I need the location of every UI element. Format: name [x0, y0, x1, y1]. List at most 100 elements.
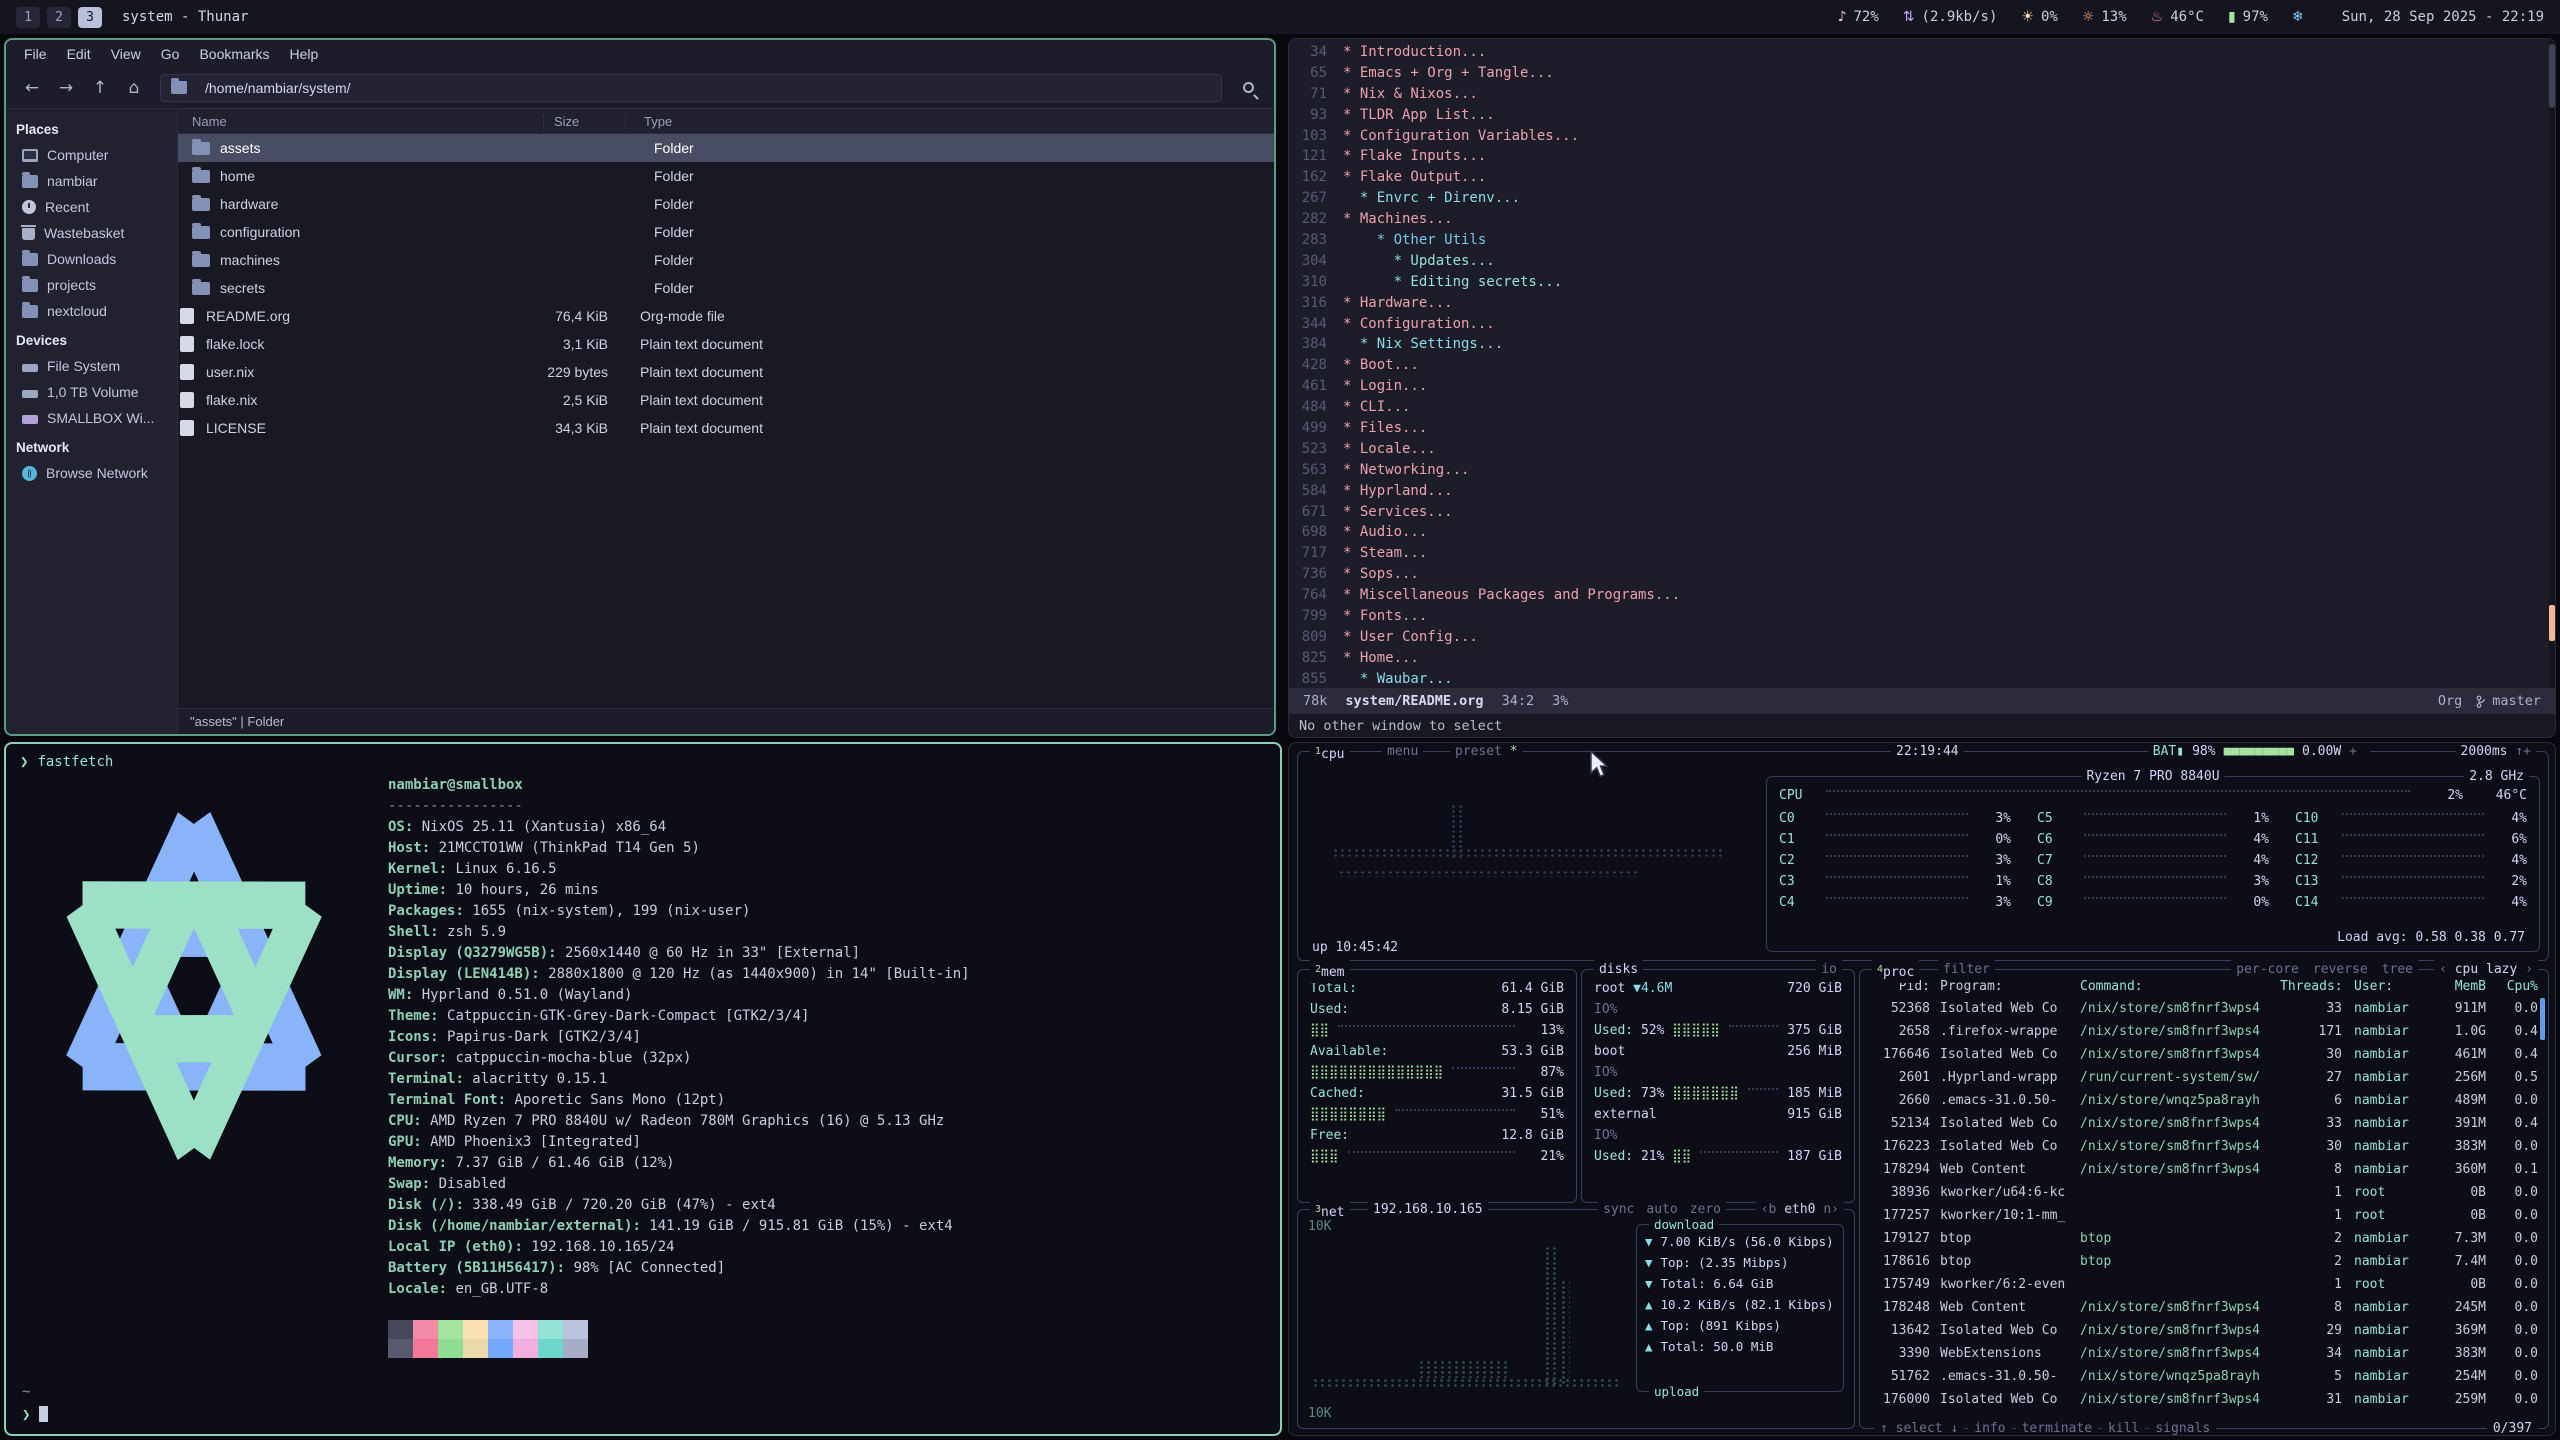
terminal-prompt-area[interactable]: ~ ❯ [22, 1382, 48, 1426]
proc-action-button[interactable]: kill [2102, 1418, 2145, 1436]
org-heading-line[interactable]: 282 * Machines... [1289, 209, 2555, 230]
process-row[interactable]: 52368 Isolated Web Co /nix/store/sm8fnrf… [1860, 997, 2548, 1020]
org-heading-line[interactable]: 736 * Sops... [1289, 564, 2555, 585]
org-heading-line[interactable]: 764 * Miscellaneous Packages and Program… [1289, 585, 2555, 606]
status-module[interactable]: ⇅ (2.9kb/s) [1903, 9, 1998, 25]
back-button[interactable]: ← [16, 74, 48, 102]
sidebar-item[interactable]: Computer [6, 142, 177, 168]
org-heading-line[interactable]: 717 * Steam... [1289, 543, 2555, 564]
process-row[interactable]: 177257 kworker/10:1-mm_ 1 root 0B 0.0 [1860, 1204, 2548, 1227]
proc-scrollbar-thumb[interactable] [2540, 998, 2545, 1040]
process-row[interactable]: 13642 Isolated Web Co /nix/store/sm8fnrf… [1860, 1319, 2548, 1342]
org-heading-line[interactable]: 384 * Nix Settings... [1289, 334, 2555, 355]
org-heading-line[interactable]: 71 * Nix & Nixos... [1289, 84, 2555, 105]
path-bar[interactable]: /home/nambiar/system/ [160, 74, 1222, 102]
file-row[interactable]: configuration Folder [178, 218, 1274, 246]
process-row[interactable]: 52134 Isolated Web Co /nix/store/sm8fnrf… [1860, 1112, 2548, 1135]
status-module[interactable]: ♪ 72% [1838, 9, 1879, 25]
org-heading-line[interactable]: 461 * Login... [1289, 376, 2555, 397]
git-branch[interactable]: master [2492, 693, 2541, 709]
process-row[interactable]: 51762 .emacs-31.0.50- /nix/store/wnqz5pa… [1860, 1365, 2548, 1388]
net-interface-selector[interactable]: ‹b eth0 n› [1756, 1199, 1844, 1220]
proc-action-button[interactable]: info [1968, 1418, 2011, 1436]
column-header-name[interactable]: Name [178, 114, 544, 129]
sidebar-item[interactable]: 1,0 TB Volume [6, 379, 177, 405]
file-row[interactable]: LICENSE 34,3 KiB Plain text document [178, 414, 1274, 442]
org-heading-line[interactable]: 799 * Fonts... [1289, 606, 2555, 627]
menu-item[interactable]: Edit [57, 43, 101, 65]
org-heading-line[interactable]: 267 * Envrc + Direnv... [1289, 188, 2555, 209]
terminal-window[interactable]: ❯ fastfetch [4, 742, 1282, 1436]
menu-item[interactable]: View [101, 43, 151, 65]
workspace-button[interactable]: 1 [16, 7, 40, 28]
org-heading-line[interactable]: 855 * Waubar... [1289, 669, 2555, 688]
org-heading-line[interactable]: 809 * User Config... [1289, 627, 2555, 648]
major-mode[interactable]: Org [2438, 693, 2462, 709]
proc-action-button[interactable]: ↑ select ↓ [1874, 1418, 1964, 1436]
proc-action-button[interactable]: terminate [2016, 1418, 2098, 1436]
org-heading-line[interactable]: 825 * Home... [1289, 648, 2555, 669]
menu-button[interactable]: menu [1382, 742, 1423, 762]
status-module[interactable]: ▮ 97% [2228, 9, 2268, 25]
preset-button[interactable]: preset * [1450, 742, 1523, 762]
sidebar-item[interactable]: nambiar [6, 168, 177, 194]
workspace-button[interactable]: 3 [78, 7, 102, 28]
up-button[interactable]: ↑ [84, 74, 116, 102]
status-module[interactable]: ☀ 0% [2021, 9, 2057, 25]
proc-sort-selector[interactable]: ‹ cpu lazy › [2434, 959, 2538, 980]
home-button[interactable]: ⌂ [118, 74, 150, 102]
file-row[interactable]: assets Folder [178, 134, 1274, 162]
file-row[interactable]: flake.lock 3,1 KiB Plain text document [178, 330, 1274, 358]
org-heading-line[interactable]: 428 * Boot... [1289, 355, 2555, 376]
process-row[interactable]: 175749 kworker/6:2-even 1 root 0B 0.0 [1860, 1273, 2548, 1296]
buffer-name[interactable]: system/README.org [1345, 693, 1483, 709]
status-module[interactable]: ♨ 46°C [2151, 9, 2204, 25]
org-heading-line[interactable]: 103 * Configuration Variables... [1289, 126, 2555, 147]
process-row[interactable]: 2658 .firefox-wrappe /nix/store/sm8fnrf3… [1860, 1020, 2548, 1043]
file-row[interactable]: user.nix 229 bytes Plain text document [178, 358, 1274, 386]
org-heading-line[interactable]: 310 * Editing secrets... [1289, 272, 2555, 293]
sidebar-item[interactable]: projects [6, 272, 177, 298]
process-row[interactable]: 3390 WebExtensions /nix/store/sm8fnrf3wp… [1860, 1342, 2548, 1365]
process-row[interactable]: 2660 .emacs-31.0.50- /nix/store/wnqz5pa8… [1860, 1089, 2548, 1112]
org-heading-line[interactable]: 499 * Files... [1289, 418, 2555, 439]
status-module[interactable]: ❄ [2292, 9, 2311, 25]
org-heading-line[interactable]: 283 * Other Utils [1289, 230, 2555, 251]
menu-item[interactable]: File [14, 43, 57, 65]
org-heading-line[interactable]: 698 * Audio... [1289, 522, 2555, 543]
forward-button[interactable]: → [50, 74, 82, 102]
process-row[interactable]: 176223 Isolated Web Co /nix/store/sm8fnr… [1860, 1135, 2548, 1158]
disks-io-button[interactable]: io [1816, 959, 1842, 980]
sidebar-item[interactable]: nextcloud [6, 298, 177, 324]
sidebar-item[interactable]: SMALLBOX Wi... [6, 405, 177, 431]
org-heading-line[interactable]: 563 * Networking... [1289, 460, 2555, 481]
sidebar-item[interactable]: File System [6, 353, 177, 379]
proc-option-button[interactable]: reverse [2313, 959, 2368, 980]
process-row[interactable]: 2601 .Hyprland-wrapp /run/current-system… [1860, 1066, 2548, 1089]
update-interval[interactable]: 2000ms ↑+ [2456, 742, 2536, 762]
sidebar-item[interactable]: Recent [6, 194, 177, 220]
org-heading-line[interactable]: 93 * TLDR App List... [1289, 105, 2555, 126]
net-option-button[interactable]: sync [1603, 1199, 1634, 1220]
sidebar-item[interactable]: Browse Network [6, 460, 177, 486]
menu-item[interactable]: Help [280, 43, 329, 65]
proc-option-button[interactable]: tree [2382, 959, 2413, 980]
process-row[interactable]: 178616 btop btop 2 nambiar 7.4M 0.0 [1860, 1250, 2548, 1273]
proc-action-button[interactable]: signals [2149, 1418, 2216, 1436]
status-module[interactable]: Sun, 28 Sep 2025 - 22:19 [2335, 9, 2544, 25]
process-row[interactable]: 176000 Isolated Web Co /nix/store/sm8fnr… [1860, 1388, 2548, 1411]
menu-item[interactable]: Go [151, 43, 190, 65]
org-heading-line[interactable]: 344 * Configuration... [1289, 314, 2555, 335]
file-row[interactable]: hardware Folder [178, 190, 1274, 218]
status-module[interactable]: ☼ 13% [2082, 9, 2127, 25]
org-heading-line[interactable]: 121 * Flake Inputs... [1289, 146, 2555, 167]
emacs-scrollbar[interactable] [2549, 39, 2555, 688]
process-row[interactable]: 179127 btop btop 2 nambiar 7.3M 0.0 [1860, 1227, 2548, 1250]
search-button[interactable] [1232, 74, 1264, 102]
workspace-button[interactable]: 2 [47, 7, 71, 28]
file-row[interactable]: machines Folder [178, 246, 1274, 274]
org-heading-line[interactable]: 34 * Introduction... [1289, 42, 2555, 63]
org-heading-line[interactable]: 65 * Emacs + Org + Tangle... [1289, 63, 2555, 84]
emacs-scrollbar-thumb[interactable] [2549, 44, 2555, 108]
file-row[interactable]: secrets Folder [178, 274, 1274, 302]
